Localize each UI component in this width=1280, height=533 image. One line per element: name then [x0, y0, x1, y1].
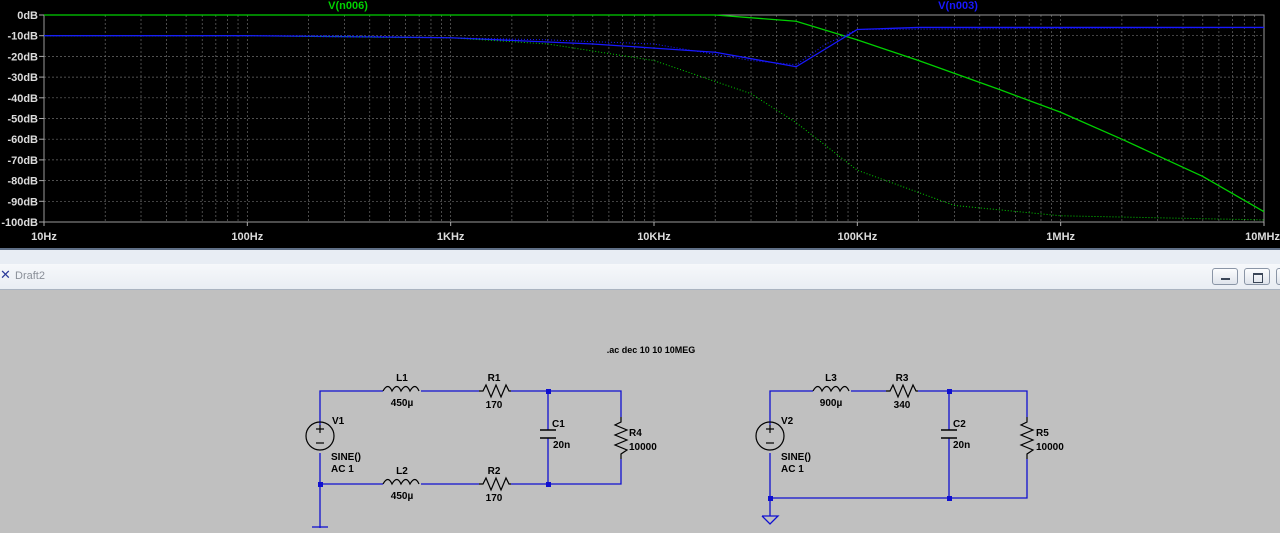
inductor-l2[interactable] [382, 478, 420, 486]
c1-name: C1 [552, 419, 565, 430]
c1-value[interactable]: 20n [553, 440, 570, 451]
y-tick-label: 0dB [17, 10, 38, 22]
r5-name: R5 [1036, 428, 1049, 439]
x-tick-label: 100Hz [231, 231, 263, 243]
x-tick-label: 10Hz [31, 231, 57, 243]
wire[interactable] [511, 459, 622, 485]
restore-icon [1253, 273, 1263, 283]
ground-symbol-2 [761, 515, 780, 525]
inductor-l1[interactable] [382, 385, 420, 393]
y-tick-label: -20dB [7, 51, 38, 63]
trace-label-vn006[interactable]: V(n006) [328, 0, 368, 12]
y-tick-label: -70dB [7, 155, 38, 167]
r2-value[interactable]: 170 [486, 493, 503, 504]
l1-name: L1 [396, 373, 408, 384]
v2-value-sine[interactable]: SINE() [781, 452, 811, 463]
wire[interactable] [511, 390, 622, 417]
voltage-source-v1[interactable] [305, 421, 335, 451]
voltage-source-v2[interactable] [755, 421, 785, 451]
l1-value[interactable]: 450µ [391, 398, 414, 409]
trace-label-vn003[interactable]: V(n003) [938, 0, 978, 12]
inductor-l3[interactable] [812, 385, 850, 393]
plot-canvas[interactable]: 0dB -10dB -20dB -30dB -40dB -50dB -60dB -70dB -8… [0, 0, 1280, 248]
plot-traces [44, 14, 1265, 221]
y-tick-label: -60dB [7, 134, 38, 146]
close-button[interactable] [1276, 268, 1280, 285]
minimize-icon [1221, 278, 1230, 280]
v1-value-sine[interactable]: SINE() [331, 452, 361, 463]
v2-value-ac[interactable]: AC 1 [781, 464, 804, 475]
wire[interactable] [319, 390, 383, 425]
minimize-button[interactable] [1212, 268, 1238, 285]
resistor-r5[interactable] [1019, 417, 1035, 459]
y-tick-label: -90dB [7, 196, 38, 208]
v1-name: V1 [332, 416, 345, 427]
x-tick-label: 1KHz [437, 231, 465, 243]
r4-value[interactable]: 10000 [629, 442, 657, 453]
y-tick-label: -30dB [7, 72, 38, 84]
r5-value[interactable]: 10000 [1036, 442, 1064, 453]
y-axis-ticks: 0dB -10dB -20dB -30dB -40dB -50dB -60dB -70dB -8… [1, 10, 44, 229]
r4-name: R4 [629, 428, 642, 439]
schematic-window-titlebar[interactable]: ✕ Draft2 [0, 264, 1280, 290]
resistor-r2[interactable] [479, 476, 511, 492]
ltspice-app-icon: ✕ [0, 268, 11, 283]
resistor-r4[interactable] [613, 417, 629, 459]
c2-value[interactable]: 20n [953, 440, 970, 451]
x-tick-label: 1MHz [1046, 231, 1075, 243]
resistor-r3[interactable] [886, 383, 918, 399]
x-tick-label: 10KHz [637, 231, 671, 243]
l3-value[interactable]: 900µ [820, 398, 843, 409]
l2-name: L2 [396, 466, 408, 477]
waveform-plot[interactable]: 0dB -10dB -20dB -30dB -40dB -50dB -60dB -70dB -8… [0, 0, 1280, 248]
c2-name: C2 [953, 419, 966, 430]
r1-name: R1 [488, 373, 501, 384]
x-tick-label: 100KHz [837, 231, 877, 243]
y-tick-label: -80dB [7, 176, 38, 188]
v2-name: V2 [781, 416, 794, 427]
capacitor-c2[interactable] [941, 429, 957, 439]
r3-value[interactable]: 340 [894, 400, 911, 411]
y-tick-label: -100dB [1, 217, 38, 229]
spice-directive[interactable]: .ac dec 10 10 10MEG [607, 345, 696, 355]
schematic-drawing[interactable]: .ac dec 10 10 10MEG L1 450µ R1 170 C1 20… [0, 290, 1280, 528]
y-tick-label: -40dB [7, 93, 38, 105]
capacitor-c1[interactable] [540, 429, 556, 439]
r3-name: R3 [896, 373, 909, 384]
junction-dots [768, 389, 952, 501]
r1-value[interactable]: 170 [486, 400, 503, 411]
pane-splitter[interactable] [0, 248, 1280, 264]
window-title: Draft2 [15, 270, 45, 282]
l2-value[interactable]: 450µ [391, 491, 414, 502]
r2-name: R2 [488, 466, 501, 477]
x-tick-label: 10MHz [1245, 231, 1280, 243]
v1-value-ac[interactable]: AC 1 [331, 464, 354, 475]
wire[interactable] [918, 390, 1028, 417]
resistor-r1[interactable] [479, 383, 511, 399]
y-tick-label: -50dB [7, 114, 38, 126]
plot-grid [43, 14, 1265, 223]
schematic-canvas[interactable]: .ac dec 10 10 10MEG L1 450µ R1 170 C1 20… [0, 290, 1280, 528]
circuit-1 [319, 390, 622, 528]
l3-name: L3 [825, 373, 837, 384]
y-tick-label: -10dB [7, 31, 38, 43]
x-axis-ticks: 10Hz 100Hz 1KHz 10KHz 100KHz 1MHz 10MHz [31, 222, 1280, 243]
restore-button[interactable] [1244, 268, 1270, 285]
